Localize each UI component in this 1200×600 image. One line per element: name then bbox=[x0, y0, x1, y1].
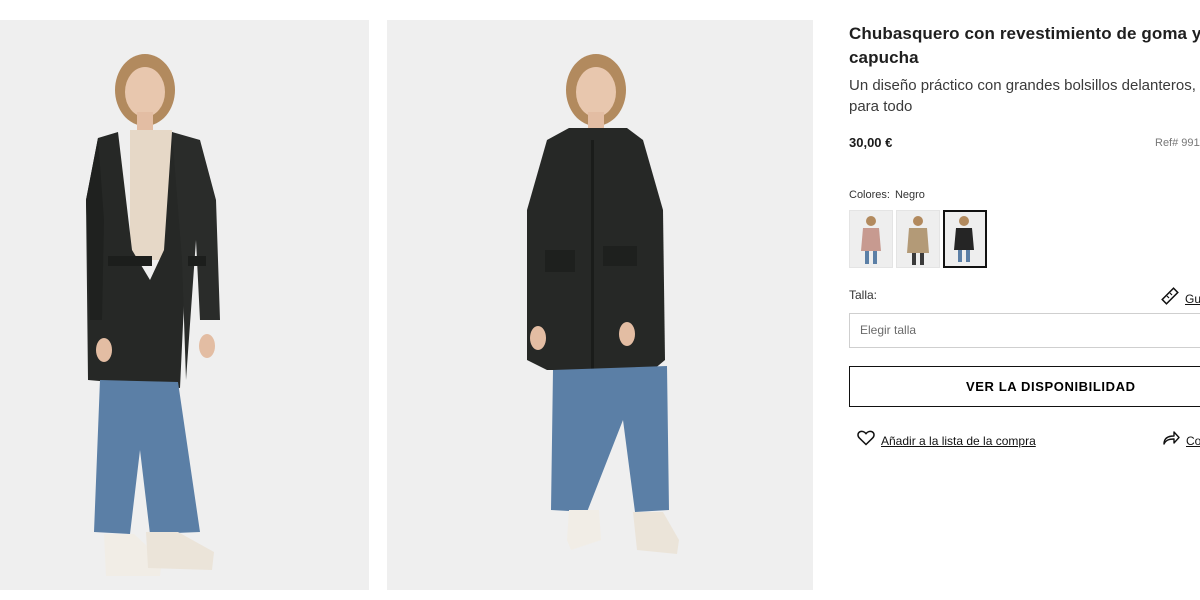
heart-icon bbox=[857, 430, 875, 451]
share-action[interactable]: Compartir bbox=[1162, 430, 1200, 451]
product-description: Un diseño práctico con grandes bolsillos… bbox=[849, 77, 1196, 115]
share-link[interactable]: Compartir bbox=[1186, 434, 1200, 448]
ruler-icon bbox=[1161, 287, 1179, 310]
product-title: Chubasquero con revestimiento de goma y … bbox=[849, 24, 1200, 67]
size-guide[interactable]: Guía de tallas bbox=[1161, 287, 1200, 310]
size-guide-link[interactable]: Guía de tallas bbox=[1185, 292, 1200, 306]
color-swatch-black[interactable] bbox=[943, 210, 987, 268]
color-swatch-beige[interactable] bbox=[896, 210, 940, 268]
product-price: 30,00 € bbox=[849, 135, 893, 150]
product-image-closed[interactable] bbox=[387, 20, 813, 590]
product-image-front[interactable] bbox=[0, 20, 369, 590]
colors-label-row: Colores: Negro bbox=[849, 189, 925, 201]
product-info-panel: Chubasquero con revestimiento de goma y … bbox=[849, 0, 1200, 600]
size-label: Talla: bbox=[849, 288, 878, 302]
check-availability-button[interactable]: VER LA DISPONIBILIDAD bbox=[849, 366, 1200, 407]
share-arrow-icon bbox=[1162, 430, 1180, 451]
product-reference: Ref# 9911 bbox=[1155, 137, 1200, 149]
wishlist-link[interactable]: Añadir a la lista de la compra bbox=[881, 434, 1036, 448]
color-swatch-pink[interactable] bbox=[849, 210, 893, 268]
color-swatches bbox=[849, 210, 987, 268]
colors-label: Colores: bbox=[849, 189, 890, 201]
size-select[interactable]: Elegir talla bbox=[849, 313, 1200, 348]
wishlist-action[interactable]: Añadir a la lista de la compra bbox=[857, 430, 1036, 451]
selected-color-name: Negro bbox=[894, 189, 925, 201]
